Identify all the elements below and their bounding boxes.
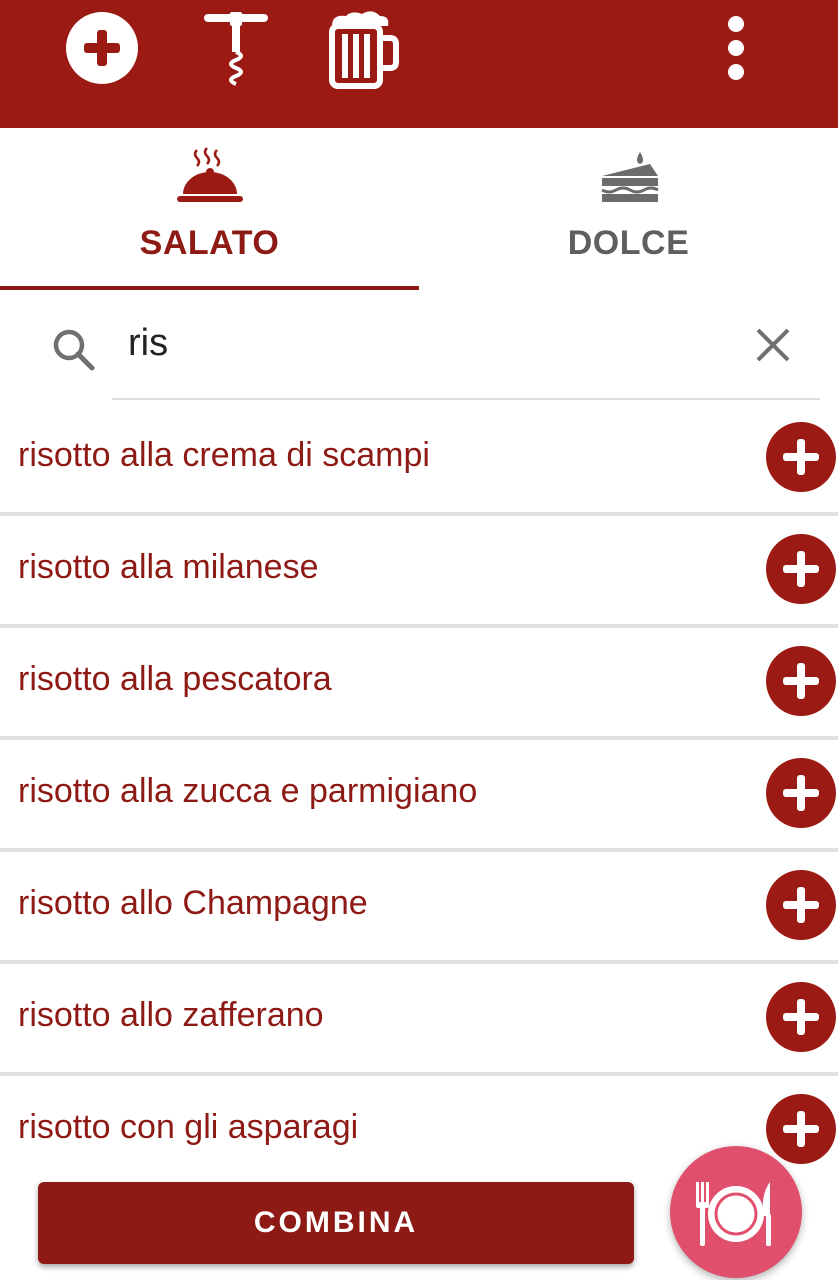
add-circle-icon[interactable] [62, 10, 142, 90]
list-item[interactable]: risotto allo Champagne [0, 852, 838, 964]
list-item-label: risotto alla crema di scampi [18, 436, 430, 474]
beer-mug-icon[interactable] [322, 10, 402, 90]
tab-selected-indicator [0, 286, 419, 290]
tab-dolce[interactable]: DOLCE [419, 128, 838, 292]
close-icon[interactable] [752, 324, 794, 366]
list-item[interactable]: risotto alla crema di scampi [0, 404, 838, 516]
list-item-label: risotto alla milanese [18, 548, 319, 586]
list-item-label: risotto alla zucca e parmigiano [18, 772, 478, 810]
cloche-icon [175, 146, 245, 206]
add-item-button[interactable] [766, 646, 836, 716]
list-item[interactable]: risotto alla pescatora [0, 628, 838, 740]
add-item-button[interactable] [766, 758, 836, 828]
combina-button[interactable]: COMBINA [38, 1182, 634, 1264]
category-tabs: SALATO DOLCE [0, 128, 838, 292]
results-list: risotto alla crema di scampi risotto all… [0, 404, 838, 1188]
list-item[interactable]: risotto alla zucca e parmigiano [0, 740, 838, 852]
list-item[interactable]: risotto allo zafferano [0, 964, 838, 1076]
app-toolbar [0, 0, 838, 128]
list-item-label: risotto allo Champagne [18, 884, 368, 922]
list-item-label: risotto allo zafferano [18, 996, 324, 1034]
tab-salato-label: SALATO [139, 224, 280, 262]
tab-salato[interactable]: SALATO [0, 128, 419, 292]
add-item-button[interactable] [766, 1094, 836, 1164]
plate-fab-button[interactable] [670, 1146, 802, 1278]
plate-fork-knife-icon [696, 1182, 771, 1246]
list-item-label: risotto con gli asparagi [18, 1108, 359, 1146]
more-vert-icon[interactable] [716, 10, 756, 90]
corkscrew-icon[interactable] [196, 10, 276, 90]
search-icon [50, 326, 98, 374]
add-item-button[interactable] [766, 870, 836, 940]
search-bar [0, 292, 838, 404]
cake-icon [594, 146, 664, 206]
list-item-label: risotto alla pescatora [18, 660, 332, 698]
add-item-button[interactable] [766, 422, 836, 492]
add-item-button[interactable] [766, 982, 836, 1052]
search-underline [112, 398, 820, 400]
search-input[interactable] [128, 318, 728, 368]
tab-dolce-label: DOLCE [567, 224, 690, 262]
add-item-button[interactable] [766, 534, 836, 604]
list-item[interactable]: risotto alla milanese [0, 516, 838, 628]
